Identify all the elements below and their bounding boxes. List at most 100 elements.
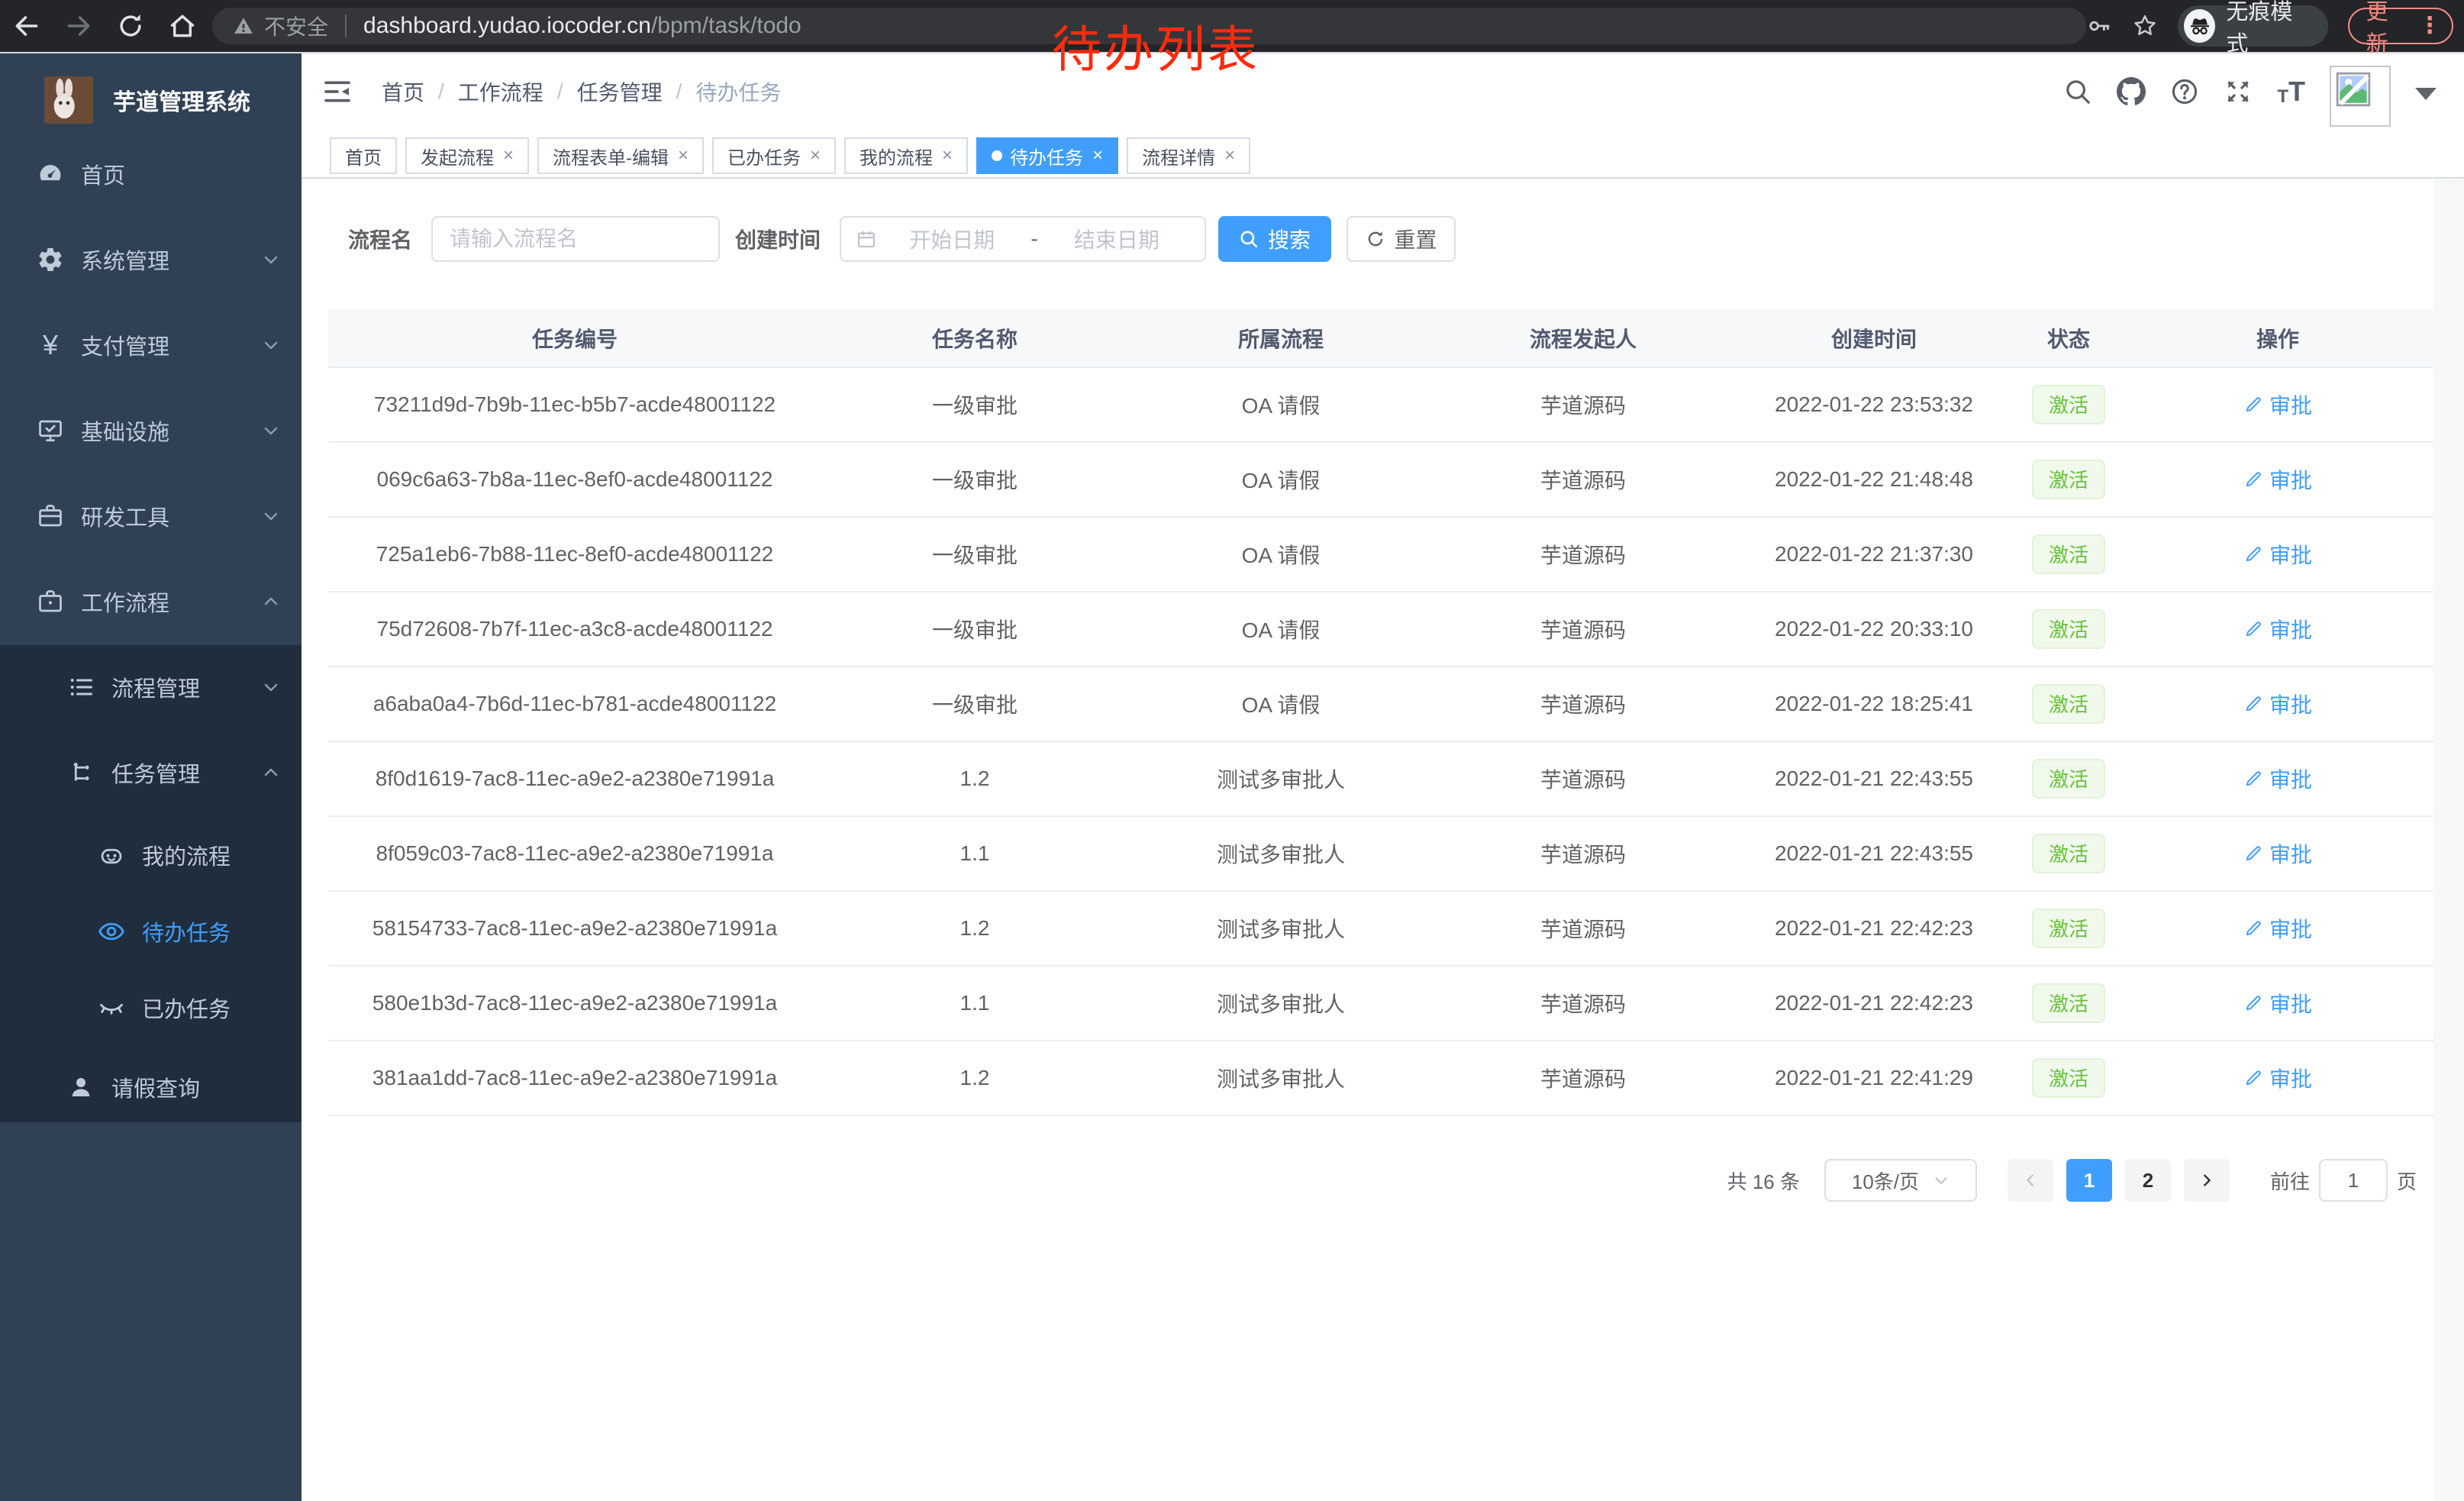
list-icon xyxy=(67,673,95,701)
cell-create-time: 2022-01-22 21:48:48 xyxy=(1733,442,2015,517)
cell-create-time: 2022-01-22 21:37:30 xyxy=(1733,517,2015,592)
prev-page-button[interactable] xyxy=(2008,1159,2053,1202)
sidebar-item-todo-tasks[interactable]: 待办任务 xyxy=(0,893,302,970)
update-menu-button[interactable]: 更新 ⋮ xyxy=(2348,8,2453,44)
tab[interactable]: 首页 xyxy=(330,137,397,174)
cell-initiator: 芋道源码 xyxy=(1434,517,1733,592)
date-range-picker[interactable]: 开始日期 - 结束日期 xyxy=(840,216,1206,262)
search-icon[interactable] xyxy=(2063,77,2092,106)
avatar-dropdown-icon[interactable] xyxy=(2415,88,2437,100)
tab[interactable]: 流程表单-编辑 × xyxy=(537,137,704,174)
approve-button[interactable]: 审批 xyxy=(2243,838,2312,869)
tab[interactable]: 发起流程 × xyxy=(405,137,529,174)
next-page-button[interactable] xyxy=(2184,1159,2230,1202)
tab[interactable]: 已办任务 × xyxy=(712,137,836,174)
cell-task-id: 069c6a63-7b8a-11ec-8ef0-acde48001122 xyxy=(328,442,821,517)
key-icon[interactable] xyxy=(2086,13,2112,39)
app-logo-row[interactable]: 芋道管理系统 xyxy=(0,53,302,130)
start-date-placeholder[interactable]: 开始日期 xyxy=(878,224,1026,254)
cell-task-name: 一级审批 xyxy=(821,442,1128,517)
tab-close-icon[interactable]: × xyxy=(942,147,953,165)
col-task-name: 任务名称 xyxy=(821,309,1128,367)
chevron-down-icon xyxy=(262,507,280,525)
approve-button[interactable]: 审批 xyxy=(2243,539,2312,570)
sidebar-item-task-management[interactable]: 任务管理 xyxy=(0,730,302,815)
bookmark-star-icon[interactable] xyxy=(2132,13,2158,39)
goto-label: 前往 xyxy=(2270,1167,2310,1195)
avatar[interactable] xyxy=(2330,66,2391,127)
page-annotation: 待办列表 xyxy=(1052,9,1259,81)
cell-task-id: 8f059c03-7ac8-11ec-a9e2-a2380e71991a xyxy=(328,816,821,891)
sidebar-item-system[interactable]: 系统管理 xyxy=(0,217,302,302)
col-task-id: 任务编号 xyxy=(328,309,821,367)
chevron-up-icon xyxy=(262,763,280,782)
status-badge: 激活 xyxy=(2032,1058,2105,1098)
page-button-2[interactable]: 2 xyxy=(2125,1159,2171,1202)
breadcrumb-home[interactable]: 首页 xyxy=(382,76,424,107)
end-date-placeholder[interactable]: 结束日期 xyxy=(1043,224,1191,254)
fullscreen-icon[interactable] xyxy=(2224,77,2253,106)
tab[interactable]: 待办任务 × xyxy=(976,137,1118,174)
help-icon[interactable] xyxy=(2170,77,2199,106)
approve-button[interactable]: 审批 xyxy=(2243,913,2312,944)
approve-button[interactable]: 审批 xyxy=(2243,988,2312,1018)
status-badge: 激活 xyxy=(2032,385,2105,424)
scrollbar-gutter[interactable] xyxy=(2433,180,2464,1501)
tab-close-icon[interactable]: × xyxy=(503,147,514,165)
col-create-time: 创建时间 xyxy=(1733,309,2015,367)
goto-page-input[interactable] xyxy=(2319,1159,2388,1202)
approve-button[interactable]: 审批 xyxy=(2243,389,2312,420)
home-icon[interactable] xyxy=(168,11,197,40)
breadcrumb-workflow[interactable]: 工作流程 xyxy=(458,76,543,107)
sidebar-item-payment[interactable]: ¥ 支付管理 xyxy=(0,302,302,388)
sidebar-item-devtools[interactable]: 研发工具 xyxy=(0,473,302,559)
sidebar-item-leave-query[interactable]: 请假查询 xyxy=(0,1044,302,1130)
sidebar-item-my-process[interactable]: 我的流程 xyxy=(0,817,302,893)
github-icon[interactable] xyxy=(2117,77,2146,106)
approve-button[interactable]: 审批 xyxy=(2243,689,2312,719)
status-badge: 激活 xyxy=(2032,534,2105,574)
sidebar-item-infrastructure[interactable]: 基础设施 xyxy=(0,388,302,473)
chevron-down-icon xyxy=(262,421,280,440)
approve-button[interactable]: 审批 xyxy=(2243,464,2312,495)
back-icon[interactable] xyxy=(12,11,41,40)
search-button[interactable]: 搜索 xyxy=(1218,216,1331,262)
cell-initiator: 芋道源码 xyxy=(1434,442,1733,517)
sidebar-item-done-tasks[interactable]: 已办任务 xyxy=(0,970,302,1046)
sidebar-toggle-icon[interactable] xyxy=(321,76,353,107)
table-row: 75d72608-7b7f-11ec-a3c8-acde48001122 一级审… xyxy=(328,592,2433,667)
app-logo xyxy=(44,76,93,124)
browser-menu-icon[interactable]: ⋮ xyxy=(2418,15,2441,37)
warning-icon xyxy=(232,15,255,37)
tab-close-icon[interactable]: × xyxy=(810,147,821,165)
tab[interactable]: 流程详情 × xyxy=(1127,137,1250,174)
tab-close-icon[interactable]: × xyxy=(1092,147,1103,165)
suitcase-icon xyxy=(37,588,64,615)
page-size-select[interactable]: 10条/页 xyxy=(1824,1159,1977,1202)
eye-off-icon xyxy=(98,994,125,1022)
sidebar-item-workflow[interactable]: 工作流程 xyxy=(0,559,302,644)
approve-button[interactable]: 审批 xyxy=(2243,1063,2312,1093)
chevron-right-icon xyxy=(2198,1172,2215,1189)
tags-view-bar: 首页 发起流程 × 流程表单-编辑 × 已办任务 × 我的流程 × 待办任务 xyxy=(302,130,2464,179)
font-size-icon[interactable]: TT xyxy=(2277,76,2305,108)
sidebar-item-process-management[interactable]: 流程管理 xyxy=(0,644,302,730)
tab[interactable]: 我的流程 × xyxy=(844,137,968,174)
process-name-input[interactable] xyxy=(431,216,720,262)
page-button-1[interactable]: 1 xyxy=(2066,1159,2112,1202)
approve-button[interactable]: 审批 xyxy=(2243,763,2312,794)
approve-button[interactable]: 审批 xyxy=(2243,614,2312,644)
reload-icon[interactable] xyxy=(116,11,145,40)
security-chip[interactable]: 不安全 xyxy=(232,11,328,41)
breadcrumb-task-management[interactable]: 任务管理 xyxy=(577,76,663,107)
process-name-label: 流程名 xyxy=(348,224,412,254)
sidebar-item-home[interactable]: 首页 xyxy=(0,131,302,217)
cell-initiator: 芋道源码 xyxy=(1434,816,1733,891)
tab-close-icon[interactable]: × xyxy=(1224,147,1235,165)
tab-close-icon[interactable]: × xyxy=(678,147,689,165)
table-row: 725a1eb6-7b88-11ec-8ef0-acde48001122 一级审… xyxy=(328,517,2433,592)
reset-button[interactable]: 重置 xyxy=(1346,216,1456,262)
edit-icon xyxy=(2243,1068,2263,1088)
forward-icon[interactable] xyxy=(64,11,93,40)
cell-task-id: 580e1b3d-7ac8-11ec-a9e2-a2380e71991a xyxy=(328,966,821,1041)
